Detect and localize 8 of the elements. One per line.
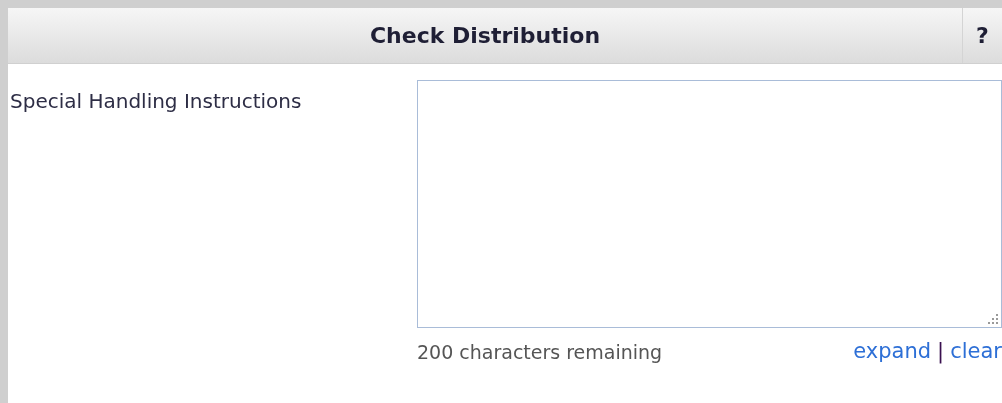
link-separator: | [937, 338, 945, 366]
expand-link[interactable]: expand [853, 336, 932, 368]
panel-title: Check Distribution [369, 22, 601, 50]
clear-link[interactable]: clear [950, 336, 1002, 368]
field-label: Special Handling Instructions [10, 89, 302, 113]
character-counter: 200 characters remaining [417, 339, 663, 365]
help-button[interactable]: ? [962, 8, 1002, 63]
resize-grip-icon[interactable] [988, 314, 998, 324]
